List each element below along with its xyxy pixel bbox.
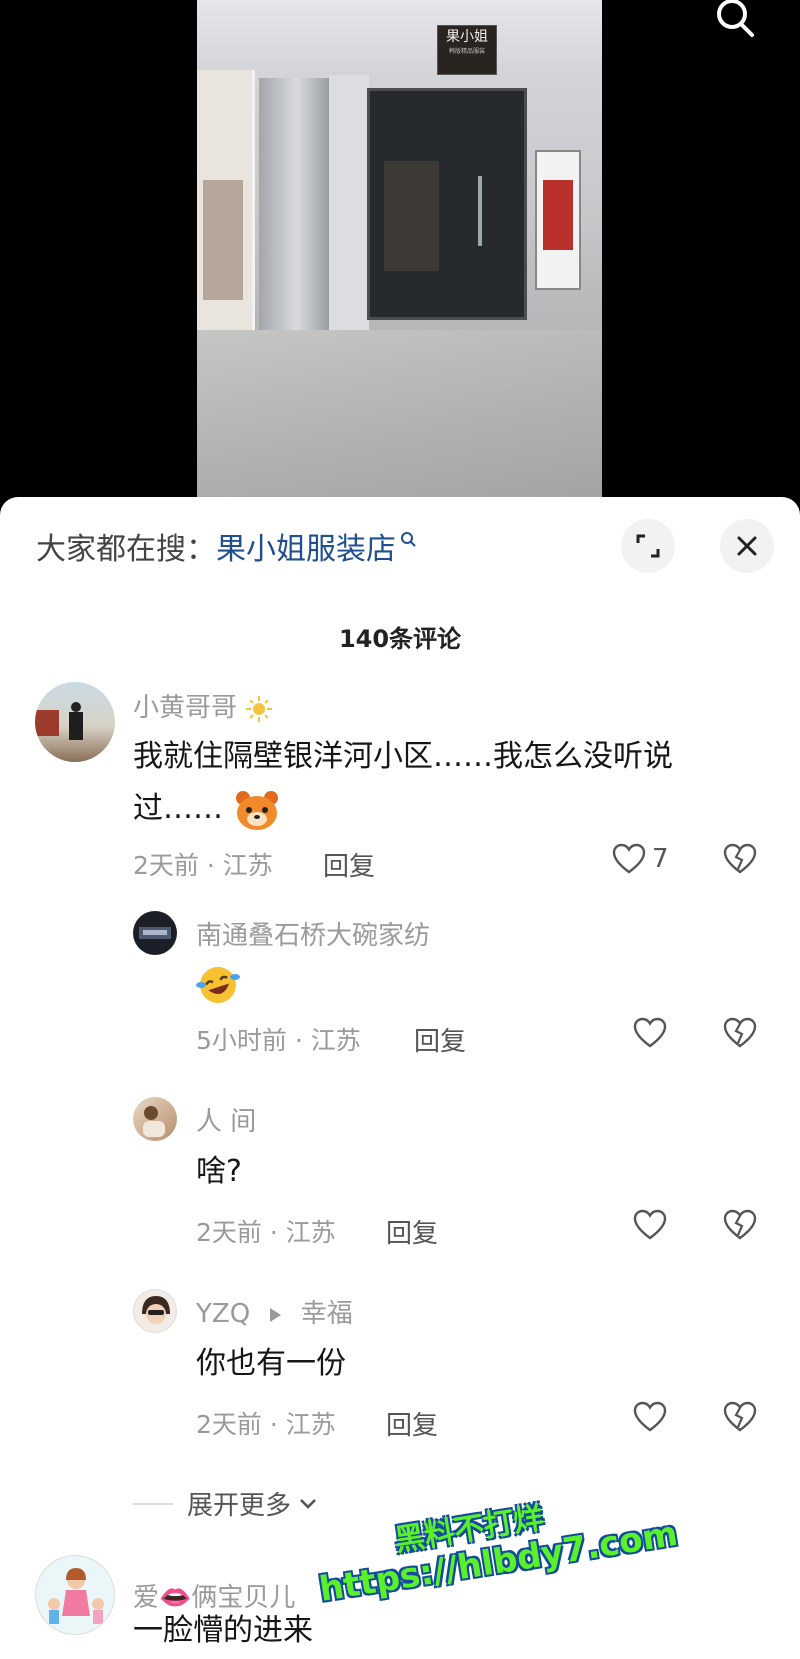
comment-meta: 2天前 · 江苏 [196, 1218, 336, 1247]
heart-icon [633, 1017, 667, 1048]
expand-more-label: 展开更多 [187, 1491, 292, 1521]
laughing-tears-emoji-icon [196, 966, 240, 1003]
heart-icon [633, 1209, 667, 1240]
store-sign: 果小姐 韩版精品服装 [437, 25, 497, 75]
video-pillar [259, 78, 329, 350]
chevron-down-icon [300, 1498, 316, 1509]
comment-text: 我就住隔壁银洋河小区……我怎么没听说过…… [133, 731, 733, 835]
like-count: 7 [652, 844, 669, 874]
search-icon [717, 0, 754, 37]
small-search-icon [401, 532, 416, 547]
store-sign-text: 果小姐 [446, 29, 488, 45]
video-wall [329, 75, 369, 345]
avatar[interactable] [133, 911, 177, 955]
broken-heart-icon [723, 843, 757, 874]
search-suggestion-label: 大家都在搜： [36, 532, 216, 567]
comment-count: 140条评论 [338, 625, 462, 653]
close-button[interactable] [720, 519, 774, 573]
watermark-line1: 黑料不打烊 [392, 1500, 546, 1559]
reply-button[interactable]: 回复 [323, 846, 375, 883]
comment-text: 啥? [196, 1154, 242, 1189]
video-floor [197, 330, 602, 510]
avatar[interactable] [35, 1555, 115, 1635]
comment-meta: 2天前 · 江苏 [133, 851, 273, 880]
dislike-button[interactable] [722, 1401, 758, 1437]
comment-meta: 5小时前 · 江苏 [196, 1026, 361, 1055]
video-machine [535, 150, 581, 290]
expand-more-replies[interactable]: 展开更多 [133, 1485, 321, 1522]
like-button[interactable] [633, 1017, 667, 1049]
video-ceiling [197, 0, 602, 70]
reply-button[interactable]: 回复 [386, 1213, 438, 1250]
dislike-button[interactable] [722, 1017, 758, 1053]
broken-heart-icon [723, 1017, 757, 1048]
avatar[interactable] [133, 1289, 177, 1333]
reply-to-username[interactable]: 幸福 [301, 1299, 353, 1329]
divider-line [133, 1502, 173, 1505]
comment-item: 爱👄俩宝贝儿 一脸懵的进来 [0, 497, 800, 1648]
comment-username[interactable]: 人 间 [196, 1101, 256, 1138]
video-left-store [197, 70, 255, 360]
expand-icon [636, 534, 660, 558]
watermark-url: https://hlbdy7.com [316, 1513, 681, 1610]
avatar[interactable] [35, 682, 115, 762]
like-button[interactable] [633, 1209, 667, 1241]
comment-text: 一脸懵的进来 [133, 1613, 313, 1648]
heart-icon [612, 843, 646, 874]
broken-heart-icon [723, 1401, 757, 1432]
avatar[interactable] [133, 1097, 177, 1141]
reply-button[interactable]: 回复 [414, 1021, 466, 1058]
comment-username[interactable]: 小黄哥哥 [133, 687, 273, 724]
search-button[interactable] [710, 0, 762, 40]
like-button[interactable]: 7 [612, 843, 669, 875]
comment-username[interactable]: 南通叠石桥大碗家纺 [196, 915, 430, 952]
close-icon [737, 536, 757, 556]
bear-emoji-icon [235, 790, 278, 830]
dislike-button[interactable] [722, 1209, 758, 1245]
sun-emoji-icon [246, 695, 273, 722]
comment-text [196, 958, 240, 1010]
like-button[interactable] [633, 1401, 667, 1433]
comment-username[interactable]: YZQ 幸福 [196, 1293, 353, 1330]
search-suggestion-keyword[interactable]: 果小姐服装店 [216, 524, 396, 568]
watermark-overlay: 黑料不打烊 https://hlbdy7.com [310, 1473, 686, 1658]
reply-username[interactable]: YZQ [196, 1299, 250, 1329]
video-area[interactable]: 果小姐 韩版精品服装 [0, 0, 800, 510]
heart-icon [633, 1401, 667, 1432]
comment-meta: 2天前 · 江苏 [196, 1410, 336, 1439]
broken-heart-icon [723, 1209, 757, 1240]
expand-button[interactable] [621, 519, 675, 573]
dislike-button[interactable] [722, 843, 758, 879]
search-suggestion[interactable]: 大家都在搜： 果小姐服装店 [36, 523, 418, 569]
reply-button[interactable]: 回复 [386, 1405, 438, 1442]
comment-text: 你也有一份 [196, 1346, 346, 1381]
video-store-door [367, 88, 527, 320]
reply-arrow-icon [270, 1307, 282, 1322]
video-frame[interactable]: 果小姐 韩版精品服装 [197, 0, 602, 510]
comment-sheet: 大家都在搜： 果小姐服装店 140条评论 小黄哥哥 我就住隔壁银洋河小区……我怎… [0, 497, 800, 1659]
store-sign-subtext: 韩版精品服装 [448, 48, 485, 55]
